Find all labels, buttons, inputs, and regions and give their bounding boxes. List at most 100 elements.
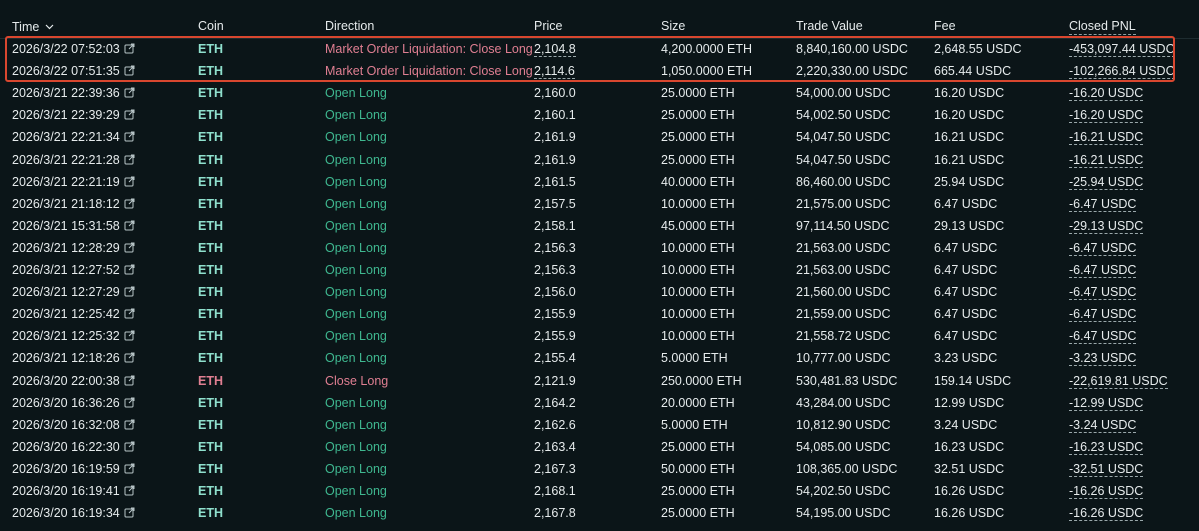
external-link-icon[interactable] [124, 393, 135, 415]
external-link-icon[interactable] [124, 503, 135, 525]
size-cell: 5.0000 ETH [661, 351, 728, 366]
price-value: 2,156.0 [534, 285, 576, 300]
column-header-closed-pnl[interactable]: Closed PNL [1069, 19, 1136, 35]
closed-pnl-cell: -16.21 USDC [1069, 126, 1144, 148]
time-value: 2026/3/21 12:18:26 [12, 351, 120, 366]
external-link-icon[interactable] [124, 415, 135, 437]
external-link-icon[interactable] [124, 127, 135, 149]
price-cell: 2,155.9 [534, 325, 576, 347]
time-cell: 2026/3/21 22:39:29 [12, 104, 135, 127]
table-row: 2026/3/21 21:18:12 ETH Open Long 2,157.5 10.… [0, 193, 1199, 215]
closed-pnl-value: -32.51 USDC [1069, 461, 1144, 477]
coin-cell[interactable]: ETH [198, 370, 223, 392]
coin-cell[interactable]: ETH [198, 171, 223, 193]
time-cell: 2026/3/20 16:19:34 [12, 502, 135, 525]
coin-cell[interactable]: ETH [198, 303, 223, 325]
direction-cell: Open Long [325, 329, 387, 344]
price-cell: 2,161.9 [534, 149, 576, 171]
price-value: 2,163.4 [534, 439, 576, 454]
price-cell: 2,161.9 [534, 126, 576, 148]
chevron-down-icon[interactable] [45, 19, 54, 33]
external-link-icon[interactable] [124, 105, 135, 127]
size-cell: 25.0000 ETH [661, 130, 735, 145]
coin-cell[interactable]: ETH [198, 126, 223, 148]
external-link-icon[interactable] [124, 348, 135, 370]
external-link-icon[interactable] [124, 216, 135, 238]
size-cell: 50.0000 ETH [661, 461, 735, 476]
coin-cell[interactable]: ETH [198, 458, 223, 480]
closed-pnl-cell: -16.20 USDC [1069, 82, 1144, 104]
size-cell: 25.0000 ETH [661, 439, 735, 454]
coin-cell[interactable]: ETH [198, 392, 223, 414]
coin-cell[interactable]: ETH [198, 82, 223, 104]
coin-cell[interactable]: ETH [198, 414, 223, 436]
size-cell: 5.0000 ETH [661, 417, 728, 432]
external-link-icon[interactable] [124, 83, 135, 105]
coin-cell[interactable]: ETH [198, 193, 223, 215]
closed-pnl-value: -16.20 USDC [1069, 86, 1144, 102]
closed-pnl-value: -16.21 USDC [1069, 130, 1144, 146]
price-value: 2,156.3 [534, 240, 576, 255]
size-cell: 40.0000 ETH [661, 174, 735, 189]
closed-pnl-value: -3.23 USDC [1069, 351, 1137, 367]
external-link-icon[interactable] [124, 437, 135, 459]
fee-cell: 6.47 USDC [934, 240, 998, 255]
trade-value-cell: 86,460.00 USDC [796, 174, 891, 189]
column-header-time[interactable]: Time [12, 19, 54, 34]
coin-cell[interactable]: ETH [198, 259, 223, 281]
direction-cell: Open Long [325, 86, 387, 101]
coin-cell[interactable]: ETH [198, 281, 223, 303]
size-cell: 10.0000 ETH [661, 285, 735, 300]
price-cell: 2,155.4 [534, 347, 576, 369]
external-link-icon[interactable] [124, 371, 135, 393]
direction-cell: Open Long [325, 240, 387, 255]
price-value: 2,160.0 [534, 86, 576, 101]
coin-cell[interactable]: ETH [198, 502, 223, 524]
column-header-direction[interactable]: Direction [325, 19, 374, 33]
external-link-icon[interactable] [124, 172, 135, 194]
fee-cell: 12.99 USDC [934, 395, 1005, 410]
external-link-icon[interactable] [124, 326, 135, 348]
external-link-icon[interactable] [124, 260, 135, 282]
external-link-icon[interactable] [124, 304, 135, 326]
external-link-icon[interactable] [124, 481, 135, 503]
external-link-icon[interactable] [124, 238, 135, 260]
column-header-price[interactable]: Price [534, 19, 562, 33]
fee-cell: 16.20 USDC [934, 108, 1005, 123]
coin-cell[interactable]: ETH [198, 215, 223, 237]
size-cell: 45.0000 ETH [661, 218, 735, 233]
column-header-size[interactable]: Size [661, 19, 685, 33]
coin-cell[interactable]: ETH [198, 480, 223, 502]
external-link-icon[interactable] [124, 150, 135, 172]
closed-pnl-cell: -22,619.81 USDC [1069, 370, 1168, 392]
closed-pnl-cell: -16.20 USDC [1069, 104, 1144, 126]
external-link-icon[interactable] [124, 194, 135, 216]
closed-pnl-cell: -16.21 USDC [1069, 149, 1144, 171]
column-header-time-label: Time [12, 20, 40, 34]
column-header-trade-value[interactable]: Trade Value [796, 19, 863, 33]
time-cell: 2026/3/21 12:25:42 [12, 303, 135, 326]
price-value: 2,121.9 [534, 373, 576, 388]
column-header-fee[interactable]: Fee [934, 19, 956, 33]
coin-cell[interactable]: ETH [198, 149, 223, 171]
external-link-icon[interactable] [124, 459, 135, 481]
coin-cell[interactable]: ETH [198, 347, 223, 369]
fee-cell: 16.26 USDC [934, 484, 1005, 498]
time-value: 2026/3/21 12:27:52 [12, 263, 120, 277]
coin-cell[interactable]: ETH [198, 325, 223, 347]
coin-cell[interactable]: ETH [198, 436, 223, 458]
price-value: 2,162.6 [534, 417, 576, 432]
time-cell: 2026/3/20 16:19:41 [12, 480, 135, 503]
direction-cell: Open Long [325, 439, 387, 454]
table-row: 2026/3/21 22:21:34 ETH Open Long 2,161.9 25.… [0, 126, 1199, 148]
coin-cell[interactable]: ETH [198, 237, 223, 259]
closed-pnl-value: -6.47 USDC [1069, 196, 1137, 212]
trade-value-cell: 54,047.50 USDC [796, 152, 891, 167]
fee-cell: 3.24 USDC [934, 417, 998, 432]
external-link-icon[interactable] [124, 282, 135, 304]
price-value: 2,161.5 [534, 174, 576, 189]
coin-cell[interactable]: ETH [198, 104, 223, 126]
closed-pnl-cell: -6.47 USDC [1069, 325, 1137, 347]
price-cell: 2,161.5 [534, 171, 576, 193]
column-header-coin[interactable]: Coin [198, 19, 224, 33]
